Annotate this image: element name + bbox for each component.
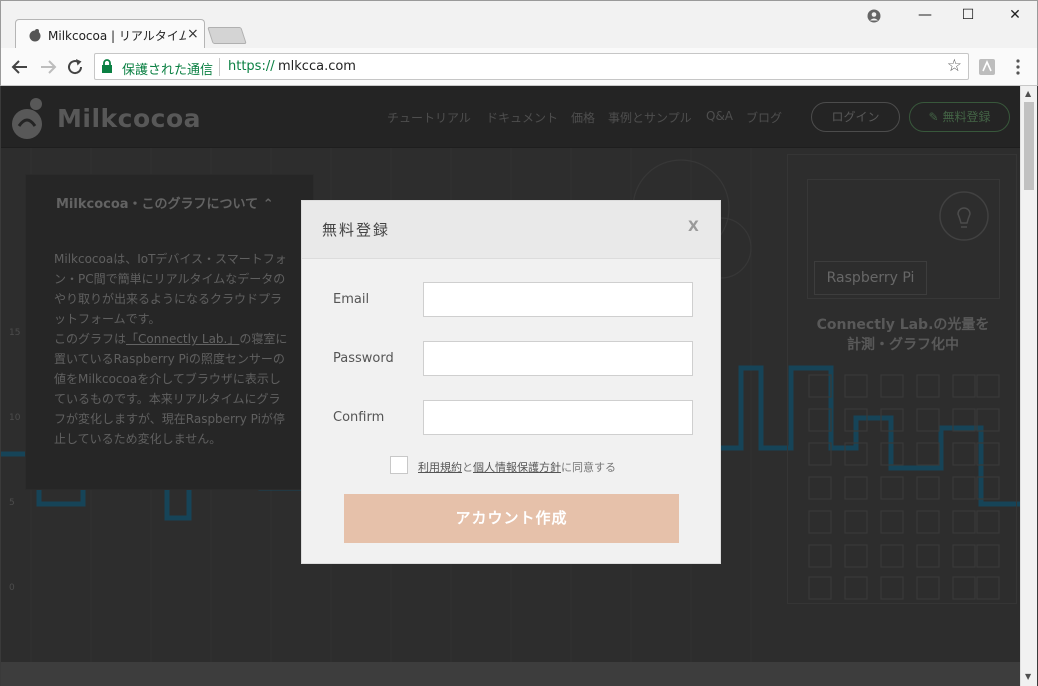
url-host: mlkcca.com	[278, 59, 356, 74]
browser-tab[interactable]: Milkcocoa | リアルタイムア ×	[15, 19, 205, 49]
back-arrow-icon[interactable]	[9, 56, 31, 78]
agree-text: 利用規約と個人情報保護方針に同意する	[418, 461, 616, 474]
lock-icon	[102, 59, 112, 73]
tab-close-icon[interactable]: ×	[187, 26, 199, 42]
password-field[interactable]	[423, 341, 693, 376]
signup-modal: 無料登録 X Email Password Confirm 利用規約と個人情報保…	[301, 200, 721, 564]
modal-title: 無料登録	[322, 221, 391, 239]
pdf-extension-icon[interactable]	[978, 58, 996, 76]
profile-icon[interactable]	[867, 9, 881, 23]
modal-header: 無料登録 X	[302, 201, 720, 259]
close-window-button[interactable]: ✕	[1001, 7, 1029, 27]
address-separator	[219, 58, 220, 76]
password-label: Password	[333, 351, 394, 366]
maximize-button[interactable]: ☐	[954, 7, 982, 27]
minimize-button[interactable]: —	[911, 7, 939, 27]
scroll-down-arrow-icon[interactable]: ▼	[1025, 672, 1031, 681]
confirm-label: Confirm	[333, 410, 385, 425]
email-field[interactable]	[423, 282, 693, 317]
page-viewport: 15 10 5 0 Milkcocoa チュートリアル ドキュメント 価格 事例…	[1, 86, 1020, 686]
browser-tab-strip: Milkcocoa | リアルタイムア × — ☐ ✕	[0, 0, 1038, 49]
agree-checkbox[interactable]	[390, 456, 408, 474]
bookmark-star-icon[interactable]: ☆	[947, 56, 962, 76]
privacy-policy-link[interactable]: 個人情報保護方針	[473, 461, 561, 474]
confirm-password-field[interactable]	[423, 400, 693, 435]
terms-link[interactable]: 利用規約	[418, 461, 462, 474]
modal-close-button[interactable]: X	[688, 219, 699, 235]
browser-toolbar: 保護された通信 https:// mlkcca.com ☆	[0, 48, 1038, 86]
url-scheme: https://	[228, 59, 275, 74]
address-bar[interactable]: 保護された通信 https:// mlkcca.com ☆	[94, 53, 969, 80]
page-scrollbar[interactable]: ▲ ▼	[1020, 86, 1037, 686]
reload-icon[interactable]	[64, 56, 86, 78]
new-tab-button[interactable]	[207, 27, 247, 44]
forward-arrow-icon[interactable]	[37, 56, 59, 78]
tab-title: Milkcocoa | リアルタイムア	[48, 29, 186, 43]
browser-menu-icon[interactable]	[1012, 58, 1024, 76]
milkcocoa-favicon-icon	[29, 29, 41, 42]
scroll-up-arrow-icon[interactable]: ▲	[1025, 89, 1031, 98]
scrollbar-thumb[interactable]	[1024, 102, 1034, 190]
create-account-button[interactable]: アカウント作成	[344, 494, 679, 543]
security-label: 保護された通信	[122, 63, 214, 78]
email-label: Email	[333, 292, 370, 307]
